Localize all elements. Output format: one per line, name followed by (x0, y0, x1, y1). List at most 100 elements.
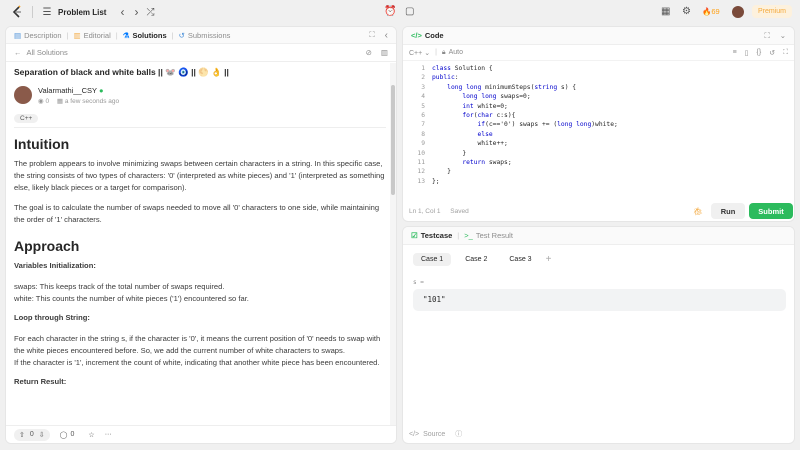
case-tab-3[interactable]: Case 3 (501, 253, 539, 266)
solution-header-bar: ← All Solutions ⊘ ▥ (6, 44, 396, 62)
submit-button[interactable]: Submit (749, 203, 793, 219)
code-icon: </> (411, 31, 422, 40)
more-icon[interactable]: ··· (105, 431, 112, 438)
line-number: 8 (421, 130, 425, 138)
code-line[interactable]: 10 } (403, 149, 794, 158)
case-tab-1[interactable]: Case 1 (413, 253, 452, 266)
notes-icon[interactable]: ▢ (405, 6, 414, 17)
line-number: 3 (421, 83, 425, 91)
code-line[interactable]: 2 public: (403, 73, 794, 82)
code-tab-label[interactable]: Code (425, 31, 444, 40)
leetcode-logo[interactable] (10, 5, 24, 19)
code-line[interactable]: 7 if(c=='0') swaps += (long long)white; (403, 120, 794, 129)
tab-test-result[interactable]: >_ Test Result (464, 231, 513, 240)
reset-icon[interactable]: ↺ (769, 49, 775, 57)
approach-heading: Approach (14, 238, 80, 254)
author-name[interactable]: Valarmathi__CSY (38, 86, 97, 95)
problem-list-link[interactable]: Problem List (58, 8, 106, 17)
scrollbar-thumb[interactable] (391, 85, 395, 195)
add-case-icon[interactable]: + (546, 254, 552, 265)
code-text: else (477, 130, 493, 138)
checkbox-icon: ☑ (411, 231, 418, 240)
premium-button[interactable]: Premium (752, 5, 793, 18)
collapse-icon[interactable]: ‹ (385, 30, 388, 41)
settings-gear-icon[interactable]: ⚙ (682, 6, 691, 17)
code-line[interactable]: 9 white++; (403, 139, 794, 148)
top-bar: ☰ Problem List ‹ › ⤮ ⏰ ▢ ▦ ⚙ 🔥69 Premium (0, 0, 800, 24)
line-number: 2 (421, 74, 425, 82)
streak-counter[interactable]: 🔥69 (702, 7, 720, 16)
tab-description[interactable]: ▤ Description (14, 31, 62, 40)
code-line[interactable]: 6 for(char c:s){ (403, 111, 794, 120)
calendar-icon: ▦ (56, 98, 64, 105)
run-button[interactable]: Run (711, 203, 745, 219)
downvote-icon[interactable]: ⇩ (39, 431, 45, 439)
line-number: 4 (421, 93, 425, 101)
star-icon[interactable]: ☆ (88, 431, 94, 439)
list-icon[interactable]: ☰ (41, 7, 53, 18)
tab-testcase[interactable]: ☑ Testcase (411, 231, 452, 240)
code-line[interactable]: 11 return swaps; (403, 158, 794, 167)
fullscreen-icon[interactable]: ⛶ (783, 49, 788, 57)
upvote-icon[interactable]: ⇧ (19, 431, 25, 439)
debug-icon[interactable]: 🐞︎ (693, 207, 703, 216)
timer-icon[interactable]: ⏰ (384, 6, 396, 17)
source-link[interactable]: </> Source ⓘ (409, 429, 462, 439)
tab-solutions[interactable]: ⚗ Solutions (123, 31, 167, 40)
description-icon: ▤ (14, 30, 22, 40)
left-tab-bar: ▤ Description | ▥ Editorial | ⚗ Solutions |… (6, 27, 396, 44)
solution-content: Separation of black and white balls || 🐭… (14, 67, 386, 388)
code-editor[interactable]: 1 class Solution {2 public: 3 long long min… (403, 64, 794, 192)
format-icon[interactable]: ≡ (733, 49, 737, 56)
avatar[interactable] (14, 86, 32, 104)
link-icon[interactable]: ⊘ (366, 48, 372, 57)
book-icon[interactable]: ▥ (381, 48, 388, 57)
all-solutions-link[interactable]: All Solutions (27, 48, 68, 57)
code-text: if(c=='0') swaps += (long long)white; (477, 121, 618, 129)
saved-status: Saved (450, 208, 469, 215)
help-icon[interactable]: ⓘ (455, 431, 462, 438)
code-line[interactable]: 1 class Solution { (403, 64, 794, 73)
code-line[interactable]: 8 else (403, 130, 794, 139)
braces-icon[interactable]: {} (757, 49, 762, 56)
code-line[interactable]: 5 int white=0; (403, 102, 794, 111)
tab-editorial[interactable]: ▥ Editorial (74, 31, 111, 40)
tab-submissions[interactable]: ↺ Submissions (179, 31, 231, 40)
layout-icon[interactable]: ▦ (661, 6, 670, 17)
back-arrow-icon[interactable]: ← (14, 48, 22, 57)
code-icon: </> (409, 431, 420, 438)
case-tab-2[interactable]: Case 2 (457, 253, 495, 266)
auto-label[interactable]: Auto (449, 49, 463, 56)
code-tab-bar: </> Code ⛶ ⌄ (403, 27, 794, 45)
loop-heading: Loop through String: (14, 313, 90, 322)
comment-icon[interactable]: ◯ (60, 431, 68, 439)
comment-count: 0 (70, 431, 75, 438)
avatar[interactable] (732, 6, 744, 18)
intuition-heading: Intuition (14, 136, 70, 152)
maximize-icon[interactable]: ⛶ (764, 31, 769, 41)
line-number: 1 (421, 65, 425, 72)
case-tabs: Case 1 Case 2 Case 3 + (403, 253, 794, 266)
shuffle-icon[interactable]: ⤮ (146, 7, 154, 18)
testcase-input[interactable]: "101" (413, 289, 786, 311)
language-select[interactable]: C++ ⌄ (409, 49, 430, 57)
testcase-tab-bar: ☑ Testcase | >_ Test Result (403, 227, 794, 245)
eye-icon: ◉ (38, 98, 44, 105)
prev-problem-icon[interactable]: ‹ (120, 5, 124, 19)
code-panel: </> Code ⛶ ⌄ C++ ⌄ | 🔒︎ Auto ≡ ▯ {} ↺ ⛶ … (402, 26, 795, 222)
line-number: 13 (417, 177, 425, 185)
bookmark-icon[interactable]: ▯ (745, 49, 749, 57)
line-number: 12 (417, 168, 425, 176)
streak-count: 69 (711, 7, 720, 16)
intuition-paragraph-1: The problem appears to involve minimizin… (14, 159, 385, 192)
terminal-icon: >_ (464, 231, 473, 240)
code-line[interactable]: 3 long long minimumSteps(string s) { (403, 83, 794, 92)
next-problem-icon[interactable]: › (134, 5, 138, 19)
language-tag[interactable]: C++ (14, 114, 39, 123)
collapse-icon[interactable]: ⌄ (780, 31, 786, 40)
line-number: 10 (417, 149, 425, 157)
maximize-icon[interactable]: ⛶ (369, 30, 374, 40)
code-line[interactable]: 12 } (403, 167, 794, 176)
code-line[interactable]: 13}; (403, 177, 794, 186)
code-line[interactable]: 4 long long swaps=0; (403, 92, 794, 101)
